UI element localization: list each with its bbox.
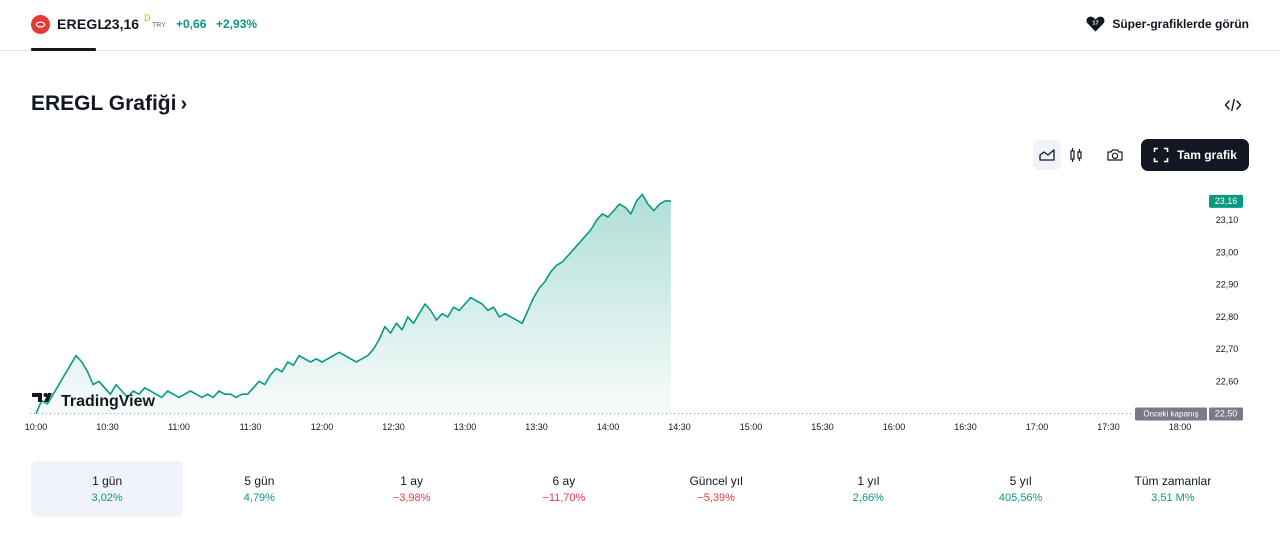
x-tick-label: 16:00 xyxy=(883,422,906,432)
embed-code-icon[interactable] xyxy=(1224,96,1242,114)
chart-title: EREGL Grafiği xyxy=(31,92,177,115)
y-tick-label: 22,60 xyxy=(1216,376,1239,386)
x-tick-label: 11:30 xyxy=(240,422,262,432)
x-tick-label: 12:00 xyxy=(311,422,334,432)
previous-close-text: Önceki kapanış xyxy=(1143,410,1198,419)
price-status-marker: D xyxy=(144,13,151,23)
super-charts-label: Süper-grafiklerde görün xyxy=(1112,17,1249,31)
period-performance-tabs: 1 gün 3,02% 5 gün 4,79% 1 ay −3,98% 6 ay −11,70… xyxy=(31,461,1249,517)
period-tab[interactable]: Güncel yıl −5,39% xyxy=(640,461,792,517)
camera-icon xyxy=(1107,149,1123,161)
candles-icon xyxy=(1070,148,1082,162)
period-change-value: 3,02% xyxy=(91,492,123,504)
y-tick-label: 22,90 xyxy=(1216,280,1239,290)
y-tick-label: 22,80 xyxy=(1216,312,1239,322)
x-tick-label: 15:30 xyxy=(811,422,834,432)
period-label: 5 gün xyxy=(244,474,275,488)
x-tick-label: 13:30 xyxy=(525,422,548,432)
x-tick-label: 13:00 xyxy=(454,422,477,432)
super-charts-link[interactable]: 17 Süper-grafiklerde görün xyxy=(1086,15,1249,33)
x-tick-label: 14:00 xyxy=(597,422,620,432)
y-tick-label: 23,00 xyxy=(1216,247,1239,257)
period-tab[interactable]: 5 yıl 405,56% xyxy=(945,461,1097,517)
last-price-label: 23,16 xyxy=(1215,196,1238,206)
period-tab[interactable]: 5 gün 4,79% xyxy=(183,461,335,517)
y-tick-label: 22,70 xyxy=(1216,344,1239,354)
period-change-value: 3,51 M% xyxy=(1151,492,1195,504)
svg-text:17: 17 xyxy=(1093,20,1099,26)
symbol-header-bar: EREGL 23,16 D TRY +0,66 +2,93% 17 Süper-… xyxy=(0,0,1280,51)
x-tick-label: 18:00 xyxy=(1169,422,1192,432)
period-label: 6 ay xyxy=(552,474,576,488)
full-chart-button[interactable]: Tam grafik xyxy=(1141,139,1249,171)
x-tick-label: 10:00 xyxy=(25,422,48,432)
x-tick-label: 12:30 xyxy=(382,422,405,432)
x-tick-label: 14:30 xyxy=(668,422,691,432)
fullscreen-icon xyxy=(1153,147,1169,163)
x-tick-label: 16:30 xyxy=(954,422,977,432)
x-tick-label: 17:00 xyxy=(1026,422,1049,432)
price-change: +0,66 xyxy=(176,17,207,31)
period-label: Güncel yıl xyxy=(689,474,743,488)
period-label: Tüm zamanlar xyxy=(1134,474,1212,488)
period-change-value: −5,39% xyxy=(697,492,735,504)
snapshot-button[interactable] xyxy=(1101,140,1129,170)
price-change-percent: +2,93% xyxy=(216,17,258,31)
period-change-value: 405,56% xyxy=(998,492,1043,504)
price-chart[interactable]: 10:00 10:30 11:00 11:30 12:00 12:30 13:00 13:30… xyxy=(0,180,1280,440)
active-tab-indicator xyxy=(31,48,96,51)
ereg-logo-icon xyxy=(31,15,50,34)
period-tab[interactable]: 1 gün 3,02% xyxy=(31,461,184,517)
symbol-name[interactable]: EREGL xyxy=(57,16,106,32)
price-area xyxy=(36,194,671,414)
candles-button[interactable] xyxy=(1062,140,1090,170)
period-change-value: −3,98% xyxy=(392,492,431,504)
full-chart-label: Tam grafik xyxy=(1177,148,1237,162)
period-tab[interactable]: 6 ay −11,70% xyxy=(488,461,640,517)
period-label: 1 yıl xyxy=(857,474,880,488)
x-tick-label: 10:30 xyxy=(96,422,119,432)
period-label: 5 yıl xyxy=(1009,474,1032,488)
area-chart-button[interactable] xyxy=(1033,140,1061,170)
chart-title-link[interactable]: EREGL Grafiği › xyxy=(31,92,187,116)
heart-badge-icon: 17 xyxy=(1086,16,1105,32)
period-tab[interactable]: Tüm zamanlar 3,51 M% xyxy=(1097,461,1249,517)
period-label: 1 gün xyxy=(92,474,123,488)
price-currency: TRY xyxy=(152,22,166,29)
x-tick-label: 11:00 xyxy=(168,422,190,432)
tradingview-watermark-text: TradingView xyxy=(61,393,156,410)
previous-close-value: 22,50 xyxy=(1215,409,1238,419)
x-tick-label: 17:30 xyxy=(1097,422,1120,432)
symbol-price: 23,16 xyxy=(104,16,140,32)
period-tab[interactable]: 1 yıl 2,66% xyxy=(792,461,944,517)
period-label: 1 ay xyxy=(400,474,423,488)
area-chart-icon xyxy=(1039,149,1055,161)
x-tick-label: 15:00 xyxy=(740,422,763,432)
chevron-right-icon: › xyxy=(180,92,188,115)
period-change-value: 2,66% xyxy=(852,492,884,504)
y-tick-label: 23,10 xyxy=(1216,215,1239,225)
period-tab[interactable]: 1 ay −3,98% xyxy=(336,461,488,517)
period-change-value: 4,79% xyxy=(243,492,275,504)
period-change-value: −11,70% xyxy=(542,492,586,504)
